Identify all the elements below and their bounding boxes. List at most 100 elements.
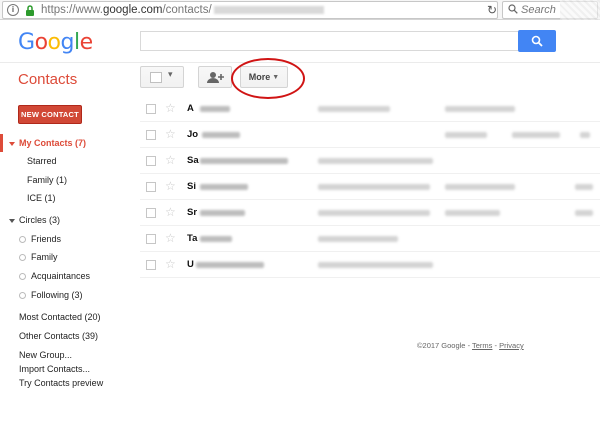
star-icon[interactable]: ☆ [165,153,176,167]
row-checkbox[interactable] [146,130,156,140]
url-prefix: https://www. [41,4,103,16]
row-checkbox[interactable] [146,234,156,244]
circle-icon [19,236,26,243]
lock-icon [26,5,34,16]
redacted-name [200,236,232,242]
sidebar-item-most-contacted[interactable]: Most Contacted (20) [19,312,101,322]
annotation-circle [231,58,305,99]
active-indicator [0,134,3,152]
logo-letter: g [60,30,75,55]
sidebar-item-my-contacts[interactable]: My Contacts (7) [19,138,86,148]
new-group-link[interactable]: New Group... [19,350,72,360]
table-row[interactable]: ☆ U [140,252,600,278]
star-icon[interactable]: ☆ [165,179,176,193]
logo-letter: G [18,30,35,55]
sidebar-item-acquaintances[interactable]: Acquaintances [31,271,90,281]
add-to-group-button[interactable] [198,66,232,88]
star-icon[interactable]: ☆ [165,205,176,219]
redacted-email [318,158,433,164]
expand-arrow-icon[interactable] [9,142,15,146]
table-row[interactable]: ☆ Sr [140,200,600,226]
info-icon[interactable]: i [7,4,19,16]
redacted-email [318,106,390,112]
redacted-extra [580,132,590,138]
sidebar-item-circle-family[interactable]: Family [31,252,58,262]
url-path: /contacts/ [162,4,212,16]
address-bar[interactable]: i https://www.google.com/contacts/ ↻ [2,1,498,19]
contacts-search-input[interactable] [140,31,518,51]
redacted-email [318,236,398,242]
redacted-phone [445,106,515,112]
contact-name[interactable]: A [187,103,194,114]
footer: ©2017 Google - Terms - Privacy [417,341,524,350]
header-divider [0,62,600,63]
contact-name[interactable]: Jo [187,129,198,140]
sidebar-item-ice[interactable]: ICE (1) [27,193,56,203]
star-icon[interactable]: ☆ [165,101,176,115]
star-icon[interactable]: ☆ [165,231,176,245]
logo-letter: e [79,30,94,55]
url-text: https://www.google.com/contacts/ [41,4,324,16]
row-checkbox[interactable] [146,208,156,218]
import-contacts-link[interactable]: Import Contacts... [19,364,90,374]
redacted-extra [575,210,593,216]
search-placeholder: Search [521,4,556,16]
reload-icon[interactable]: ↻ [487,3,497,17]
sidebar-item-family[interactable]: Family (1) [27,175,67,185]
contact-name[interactable]: Sr [187,207,197,218]
try-preview-link[interactable]: Try Contacts preview [19,378,103,388]
search-icon [508,4,518,14]
redacted-name [196,262,264,268]
redacted-phone [445,210,500,216]
new-contact-button[interactable]: NEW CONTACT [18,105,82,124]
redacted-phone [512,132,560,138]
chevron-down-icon: ▾ [168,69,173,79]
redacted-email [318,210,430,216]
sidebar-item-circles[interactable]: Circles (3) [19,215,60,225]
copyright-text: ©2017 Google - [417,341,473,350]
circle-icon [19,273,26,280]
redacted-name [200,106,230,112]
redacted-email [318,184,430,190]
table-row[interactable]: ☆ Ta [140,226,600,252]
sidebar-item-following[interactable]: Following (3) [31,290,83,300]
select-all-checkbox[interactable] [150,72,162,83]
row-checkbox[interactable] [146,104,156,114]
table-row[interactable]: ☆ A [140,96,600,122]
row-checkbox[interactable] [146,182,156,192]
add-person-icon [207,72,224,83]
redacted-name [200,184,248,190]
circle-icon [19,292,26,299]
table-row[interactable]: ☆ Jo [140,122,600,148]
url-redacted [213,5,324,14]
row-checkbox[interactable] [146,156,156,166]
redacted-email [445,132,487,138]
contact-name[interactable]: U [187,259,194,270]
search-icon [531,35,543,47]
browser-toolbar: i https://www.google.com/contacts/ ↻ Sea… [0,0,600,20]
redacted-name [200,210,245,216]
page-title: Contacts [18,71,78,88]
toolbar-decoration [560,0,600,20]
sidebar-item-starred[interactable]: Starred [27,156,57,166]
search-button[interactable] [518,30,556,52]
sidebar-item-other-contacts[interactable]: Other Contacts (39) [19,331,98,341]
star-icon[interactable]: ☆ [165,127,176,141]
circle-icon [19,254,26,261]
select-contacts-button[interactable]: ▾ [140,66,184,88]
redacted-name [200,158,288,164]
contact-name[interactable]: Si [187,181,196,192]
sidebar-item-friends[interactable]: Friends [31,234,61,244]
table-row[interactable]: ☆ Sa [140,148,600,174]
privacy-link[interactable]: Privacy [499,341,524,350]
star-icon[interactable]: ☆ [165,257,176,271]
google-logo[interactable]: Google [18,30,93,55]
redacted-extra [575,184,593,190]
contact-name[interactable]: Ta [187,233,197,244]
expand-arrow-icon[interactable] [9,219,15,223]
terms-link[interactable]: Terms [472,341,492,350]
contact-name[interactable]: Sa [187,155,199,166]
logo-letter: o [47,30,61,55]
table-row[interactable]: ☆ Si [140,174,600,200]
row-checkbox[interactable] [146,260,156,270]
